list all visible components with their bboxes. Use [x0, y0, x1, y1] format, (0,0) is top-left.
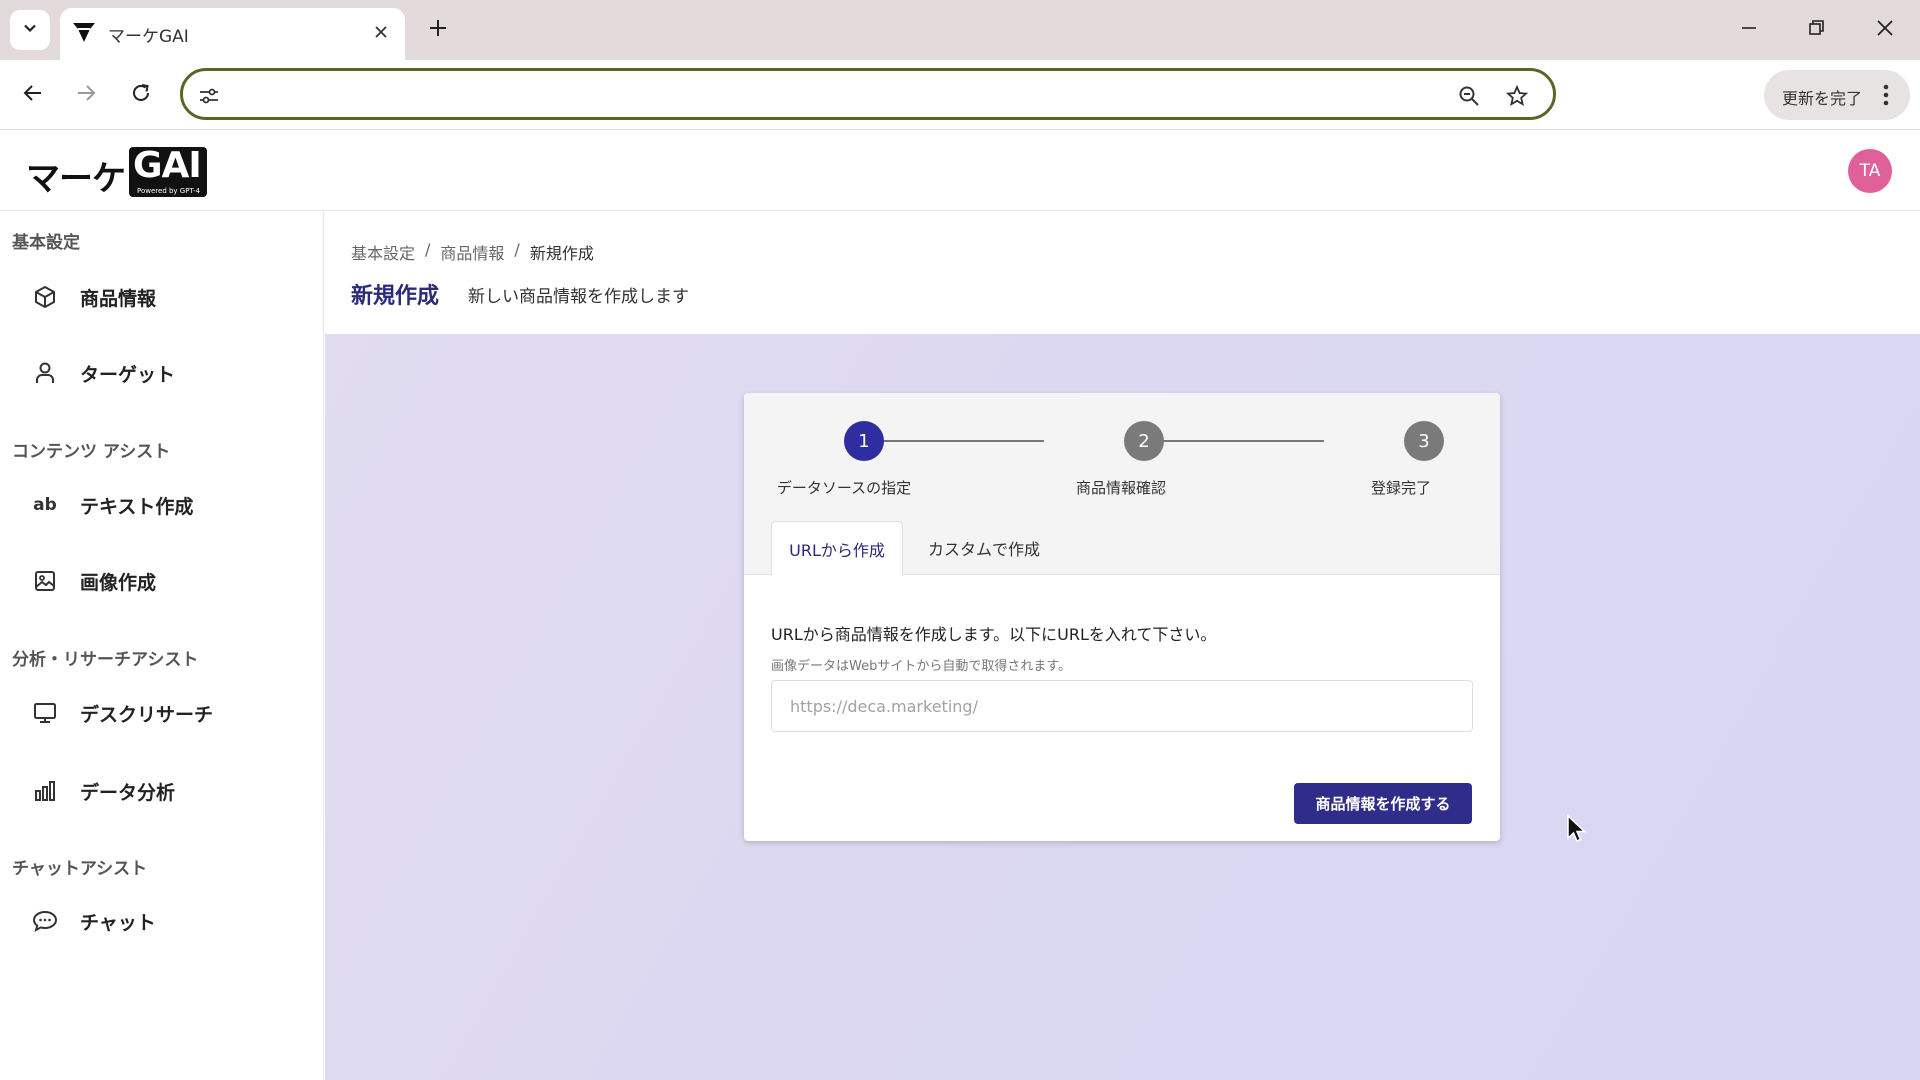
breadcrumb-separator: / [514, 240, 520, 259]
stepper-area: 1 2 3 データソースの指定 商品情報確認 登録完了 URLから作成 カスタム… [744, 393, 1500, 576]
chat-bubble-icon [20, 906, 70, 936]
tab-custom-create[interactable]: カスタムで作成 [914, 521, 1054, 575]
new-tab-button[interactable] [418, 12, 458, 48]
app-header: マーケ GAI Powered by GPT-4 TA [0, 131, 1920, 211]
ab-text-icon: ab [33, 495, 57, 515]
sidebar-item-label: 画像作成 [80, 571, 157, 594]
restore-button[interactable] [1791, 8, 1841, 52]
sidebar-item-label: ターゲット [80, 363, 176, 386]
step-3-circle: 3 [1404, 421, 1444, 461]
mouse-cursor-icon [1566, 814, 1588, 844]
restore-icon [1807, 19, 1825, 41]
create-product-card: 1 2 3 データソースの指定 商品情報確認 登録完了 URLから作成 カスタム… [744, 393, 1500, 841]
step-connector [864, 440, 1044, 442]
step-2-circle: 2 [1124, 421, 1164, 461]
breadcrumb-item-product-info[interactable]: 商品情報 [440, 240, 504, 264]
step-2-number: 2 [1138, 430, 1150, 452]
close-icon [1876, 19, 1894, 41]
tab-list-button[interactable] [10, 10, 50, 50]
more-vertical-icon[interactable] [1874, 82, 1898, 108]
arrow-left-icon [22, 82, 44, 108]
sidebar-item-text-create[interactable]: ab テキスト作成 [20, 476, 310, 534]
back-button[interactable] [13, 75, 53, 115]
tune-icon[interactable] [195, 82, 223, 110]
reload-button[interactable] [121, 75, 161, 115]
sidebar-item-data-analysis[interactable]: データ分析 [20, 762, 310, 820]
sidebar-item-label: デスクリサーチ [80, 703, 214, 726]
logo-box-text: GAI [133, 145, 202, 186]
star-icon[interactable] [1503, 82, 1531, 110]
sidebar-section-chat: チャットアシスト [12, 859, 148, 879]
breadcrumb-separator: / [425, 240, 431, 259]
minimize-button[interactable] [1724, 8, 1774, 52]
step-1-circle: 1 [844, 421, 884, 461]
sidebar-item-label: 商品情報 [80, 287, 157, 310]
sidebar-section-analysis: 分析・リサーチアシスト [12, 650, 199, 670]
sidebar-item-label: テキスト作成 [80, 495, 194, 518]
update-button-label: 更新を完了 [1782, 89, 1863, 108]
chevron-down-icon [22, 20, 38, 40]
sidebar: 基本設定 商品情報 ターゲット コンテンツ アシスト ab テキスト作成 画像作… [0, 212, 324, 1080]
sidebar-section-basic: 基本設定 [12, 233, 80, 253]
step-3-label: 登録完了 [1370, 479, 1432, 497]
monitor-icon [20, 698, 70, 728]
zoom-out-icon[interactable] [1455, 82, 1483, 110]
create-product-button[interactable]: 商品情報を作成する [1294, 783, 1472, 824]
sidebar-item-desk-research[interactable]: デスクリサーチ [20, 684, 310, 742]
sidebar-section-content: コンテンツ アシスト [12, 442, 171, 462]
url-input[interactable] [771, 680, 1473, 732]
update-button[interactable]: 更新を完了 [1764, 70, 1910, 120]
page-header: 基本設定 / 商品情報 / 新規作成 新規作成 新しい商品情報を作成します [325, 212, 1920, 334]
step-1-number: 1 [858, 430, 870, 452]
avatar-initials: TA [1859, 161, 1881, 181]
plus-icon [428, 18, 448, 42]
tab-url-create[interactable]: URLから作成 [771, 521, 903, 576]
app-logo[interactable]: マーケ GAI Powered by GPT-4 [26, 145, 207, 199]
sidebar-item-label: データ分析 [80, 781, 176, 804]
reload-icon [130, 82, 152, 108]
step-connector [1144, 440, 1324, 442]
sidebar-item-target[interactable]: ターゲット [20, 344, 310, 402]
step-2-label: 商品情報確認 [1075, 479, 1167, 497]
browser-toolbar: 更新を完了 [0, 60, 1920, 130]
address-bar[interactable] [180, 68, 1556, 120]
url-note: 画像データはWebサイトから自動で取得されます。 [771, 659, 1072, 674]
browser-tab-bar: マーケGAI [0, 0, 1920, 60]
sidebar-item-image-create[interactable]: 画像作成 [20, 552, 310, 610]
bar-chart-icon [20, 776, 70, 806]
favicon-icon [70, 18, 98, 46]
logo-powered-text: Powered by GPT-4 [137, 187, 201, 195]
avatar[interactable]: TA [1848, 149, 1892, 193]
step-3-number: 3 [1418, 430, 1430, 452]
sidebar-item-product-info[interactable]: 商品情報 [20, 268, 310, 326]
breadcrumb: 基本設定 / 商品情報 / 新規作成 [351, 240, 594, 264]
step-1-label: データソースの指定 [776, 479, 912, 497]
close-icon[interactable] [369, 20, 393, 44]
page-subtitle: 新しい商品情報を作成します [468, 287, 689, 307]
forward-button[interactable] [66, 75, 106, 115]
logo-text: マーケ [26, 159, 126, 199]
tab-title: マーケGAI [108, 27, 189, 47]
url-description: URLから商品情報を作成します。以下にURLを入れて下さい。 [771, 625, 1217, 644]
browser-tab[interactable]: マーケGAI [60, 8, 405, 60]
arrow-right-icon [75, 82, 97, 108]
page-title: 新規作成 [351, 284, 440, 309]
close-window-button[interactable] [1860, 8, 1910, 52]
minimize-icon [1740, 19, 1758, 41]
person-icon [20, 358, 70, 388]
cube-icon [20, 282, 70, 312]
breadcrumb-item-basic[interactable]: 基本設定 [351, 240, 415, 264]
sidebar-item-chat[interactable]: チャット [20, 892, 310, 950]
image-icon [20, 566, 70, 596]
breadcrumb-item-current: 新規作成 [529, 244, 594, 263]
sidebar-item-label: チャット [80, 911, 156, 934]
logo-box: GAI Powered by GPT-4 [129, 145, 207, 197]
